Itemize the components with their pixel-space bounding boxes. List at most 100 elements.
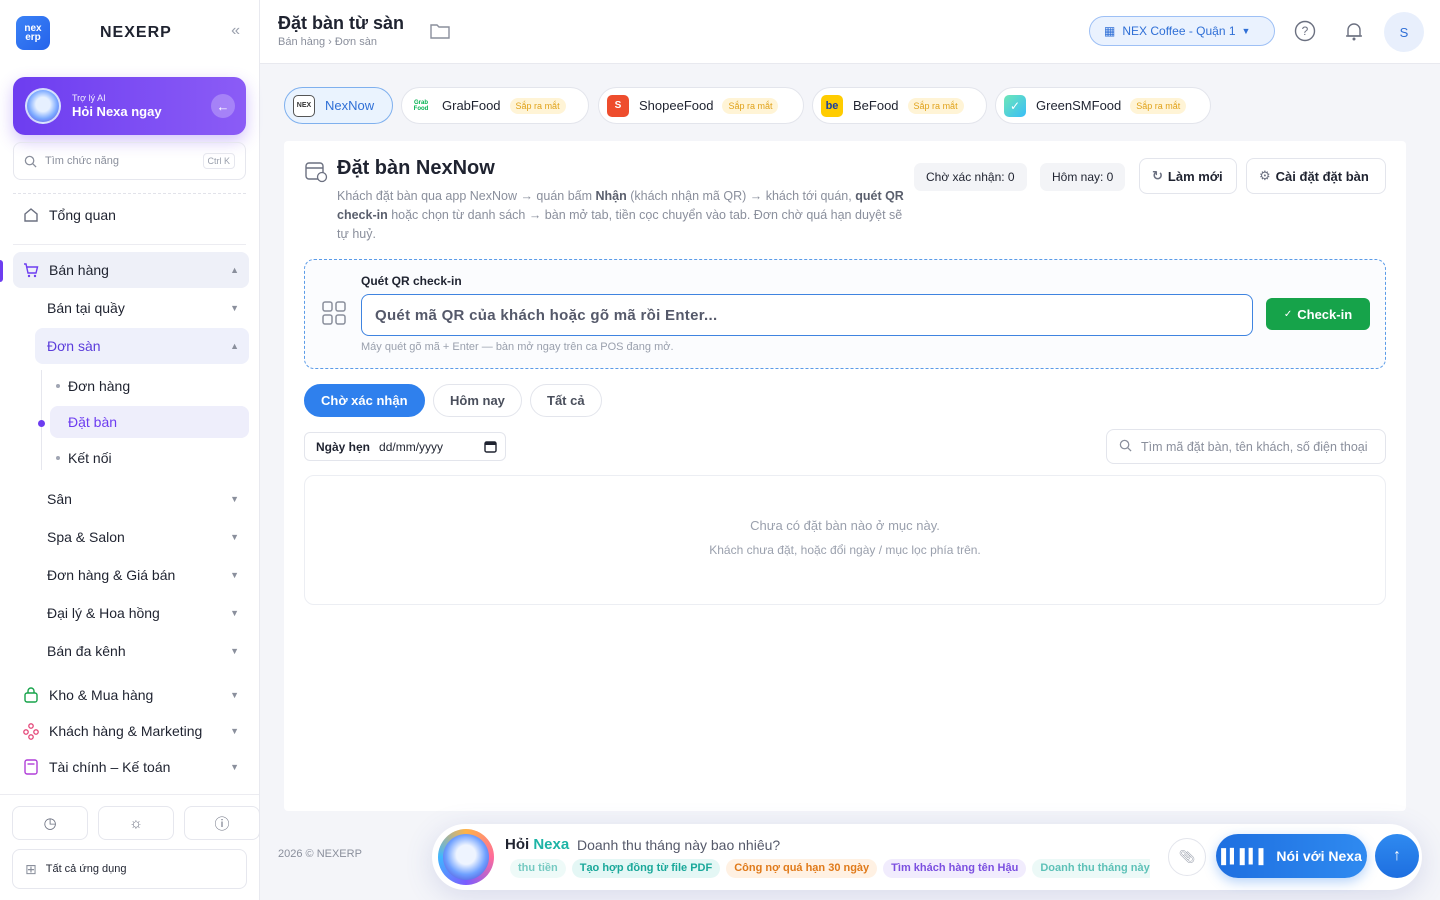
- chevron-up-icon: ▲: [230, 341, 239, 351]
- shopeefood-logo: S: [607, 94, 629, 117]
- nav-agency[interactable]: Đại lý & Hoa hồng ▼: [35, 595, 249, 631]
- chevron-down-icon: ▼: [230, 532, 239, 542]
- user-avatar[interactable]: S: [1384, 12, 1424, 52]
- tab-nexnow[interactable]: NEX NexNow: [284, 87, 393, 124]
- talk-to-nexa-button[interactable]: ▌▍▌▍▌ Nói với Nexa: [1216, 834, 1367, 878]
- nav-overview-label: Tổng quan: [49, 207, 116, 223]
- checkin-button[interactable]: ✓ Check-in: [1266, 298, 1370, 330]
- desc-text: Khách đặt bàn qua app NexNow → quán bấm: [337, 189, 596, 203]
- nav-customers[interactable]: Khách hàng & Marketing ▼: [13, 713, 249, 749]
- arrow-left-icon[interactable]: ←: [211, 94, 235, 118]
- chevron-down-icon: ▼: [230, 494, 239, 504]
- suggestion-chip[interactable]: Doanh thu tháng này: [1032, 859, 1150, 878]
- nav-platform-orders-list[interactable]: Đơn hàng: [50, 370, 249, 402]
- active-indicator: [0, 260, 3, 282]
- nav-platform-orders[interactable]: Đơn sàn ▲: [35, 328, 249, 364]
- booking-search-input[interactable]: Tìm mã đặt bàn, tên khách, số điện thoại: [1106, 429, 1386, 464]
- qr-code-input[interactable]: [361, 294, 1253, 336]
- theme-button[interactable]: ☼: [98, 806, 174, 840]
- refresh-button[interactable]: ↻ Làm mới: [1139, 158, 1237, 194]
- suggestion-chips: thu tiền Tạo hợp đồng từ file PDF Công nợ …: [510, 858, 1150, 878]
- brand-name: NEXERP: [100, 24, 172, 41]
- settings-label: Cài đặt đặt bàn: [1275, 168, 1369, 184]
- gear-icon: ⚙: [1259, 168, 1271, 183]
- filter-all[interactable]: Tất cả: [530, 384, 602, 417]
- coming-soon-badge: Sắp ra mắt: [1130, 97, 1187, 114]
- nav-multichannel-label: Bán đa kênh: [47, 643, 126, 659]
- alert-button[interactable]: ⓘ: [184, 806, 260, 840]
- brand[interactable]: nex erp NEXERP «: [16, 16, 246, 50]
- filter-pending[interactable]: Chờ xác nhận: [304, 384, 425, 417]
- attach-icon[interactable]: 📎︎: [1168, 838, 1206, 876]
- nav-agency-label: Đại lý & Hoa hồng: [47, 605, 160, 621]
- tab-greensmfood[interactable]: ✓ GreenSMFood Sắp ra mắt: [995, 87, 1211, 124]
- empty-title: Chưa có đặt bàn nào ở mục này.: [750, 518, 940, 533]
- search-placeholder: Tìm chức năng: [45, 155, 120, 167]
- grid-icon: ⊞: [25, 860, 37, 877]
- date-label: Ngày hẹn: [316, 439, 371, 454]
- nav-counter-sales[interactable]: Bán tại quầy ▼: [35, 290, 249, 326]
- refresh-label: Làm mới: [1167, 168, 1223, 184]
- nav-overview[interactable]: Tổng quan: [13, 197, 249, 233]
- cart-icon: [21, 260, 41, 280]
- all-apps-button[interactable]: ⊞ Tất cả ứng dụng: [12, 849, 247, 889]
- nav-multichannel[interactable]: Bán đa kênh ▼: [35, 633, 249, 669]
- search-icon: [24, 155, 37, 168]
- empty-state: Chưa có đặt bàn nào ở mục này. Khách chư…: [304, 475, 1386, 605]
- chevron-down-icon: ▼: [230, 608, 239, 618]
- nexa-question-input[interactable]: Doanh thu tháng này bao nhiêu?: [577, 837, 780, 853]
- nav-warehouse[interactable]: Kho & Mua hàng ▼: [13, 677, 249, 713]
- nexa-avatar[interactable]: [438, 829, 494, 885]
- booking-settings-button[interactable]: ⚙ Cài đặt đặt bàn: [1246, 158, 1386, 194]
- bell-icon[interactable]: [1342, 19, 1366, 43]
- chevron-down-icon: ▼: [230, 570, 239, 580]
- nav-orders-price[interactable]: Đơn hàng & Giá bán ▼: [35, 557, 249, 593]
- function-search-input[interactable]: Tìm chức năng Ctrl K: [13, 142, 246, 180]
- nexa-assistant-bar: Hỏi Nexa Doanh thu tháng này bao nhiêu? …: [432, 824, 1422, 890]
- chevron-down-icon: ▼: [230, 726, 239, 736]
- tab-befood[interactable]: be BeFood Sắp ra mắt: [812, 87, 987, 124]
- divider: [13, 193, 246, 194]
- nexa-title: Hỏi Nexa: [505, 836, 569, 853]
- history-button[interactable]: ◷: [12, 806, 88, 840]
- nav-leaf-label: Kết nối: [68, 450, 112, 466]
- nav-connections[interactable]: Kết nối: [50, 442, 249, 474]
- store-selector[interactable]: ▦ NEX Coffee - Quận 1 ▼: [1089, 16, 1275, 46]
- suggestion-chip[interactable]: Tìm khách hàng tên Hậu: [883, 859, 1027, 878]
- tab-grabfood[interactable]: Grab Food GrabFood Sắp ra mắt: [401, 87, 589, 124]
- nav-spa-salon[interactable]: Spa & Salon ▼: [35, 519, 249, 555]
- store-name: NEX Coffee - Quận 1: [1122, 24, 1236, 38]
- nav-spa-label: Spa & Salon: [47, 529, 125, 545]
- bag-icon: [21, 685, 41, 705]
- shortcut-badge: Ctrl K: [202, 153, 235, 169]
- help-icon[interactable]: ?: [1293, 19, 1317, 43]
- nav-leaf-label: Đặt bàn: [68, 414, 118, 430]
- tab-label: NexNow: [325, 98, 375, 113]
- folder-icon[interactable]: [430, 22, 450, 45]
- collapse-sidebar-icon[interactable]: «: [231, 22, 240, 40]
- nav-table-booking[interactable]: Đặt bàn: [50, 406, 249, 438]
- tab-label: BeFood: [853, 98, 899, 113]
- send-arrow-icon[interactable]: ↑: [1375, 834, 1419, 878]
- suggestion-chip[interactable]: thu tiền: [510, 859, 566, 878]
- clock-icon: ◷: [43, 815, 57, 832]
- nav-finance[interactable]: Tài chính – Kế toán ▼: [13, 749, 249, 785]
- tab-label: ShopeeFood: [639, 98, 714, 113]
- tab-shopeefood[interactable]: S ShopeeFood Sắp ra mắt: [598, 87, 804, 124]
- booking-card: Đặt bàn NexNow Khách đặt bàn qua app Nex…: [284, 141, 1406, 811]
- page-title: Đặt bàn từ sàn: [278, 13, 405, 33]
- qr-hint: Máy quét gõ mã + Enter — bàn mở ngay trê…: [361, 341, 674, 353]
- calendar-icon[interactable]: [484, 440, 497, 456]
- desc-text: (khách nhận mã QR) → khách tới quán,: [626, 189, 856, 203]
- all-apps-label: Tất cả ứng dụng: [45, 863, 127, 875]
- suggestion-chip[interactable]: Công nợ quá hạn 30 ngày: [726, 859, 878, 878]
- coming-soon-badge: Sắp ra mắt: [509, 97, 566, 114]
- nav-court[interactable]: Sân ▼: [35, 481, 249, 517]
- filter-today[interactable]: Hôm nay: [433, 384, 522, 417]
- suggestion-chip[interactable]: Tạo hợp đồng từ file PDF: [571, 859, 721, 878]
- appointment-date-field[interactable]: Ngày hẹn dd/mm/yyyy: [304, 432, 506, 461]
- ai-assistant-card[interactable]: Trợ lý AI Hỏi Nexa ngay ←: [13, 77, 246, 135]
- nav-orders-price-label: Đơn hàng & Giá bán: [47, 567, 176, 583]
- nav-sales[interactable]: Bán hàng ▲: [13, 252, 249, 288]
- desc-bold: Nhận: [595, 189, 627, 203]
